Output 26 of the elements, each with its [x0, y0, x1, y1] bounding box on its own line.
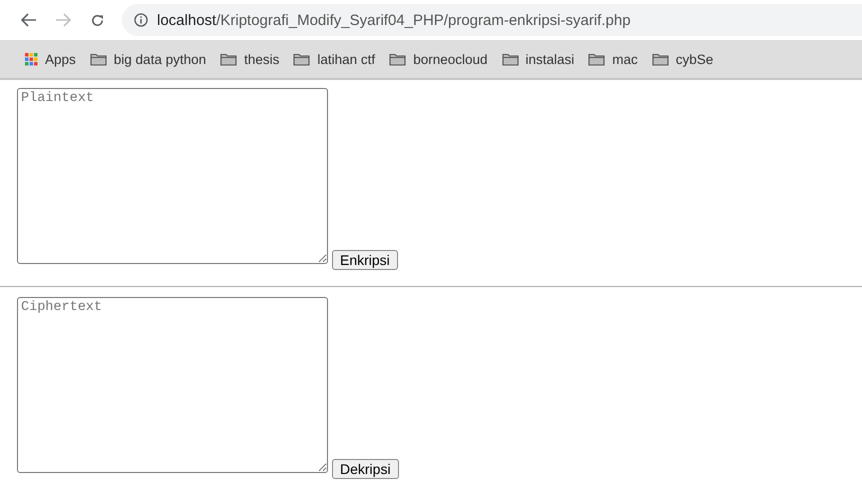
text-area[interactable]: Ciphertext — [17, 297, 328, 473]
bookmark[interactable]: borneocloud — [384, 52, 492, 66]
folder-icon — [90, 52, 107, 66]
address-bar[interactable]: localhost/Kriptografi_Modify_Syarif04_PHP/program-enkripsi-syarif.php — [122, 4, 862, 36]
folder-icon — [588, 52, 606, 66]
submit-button[interactable]: Enkripsi — [332, 250, 398, 270]
bookmark[interactable]: cybSe — [646, 52, 718, 66]
reload-icon — [90, 12, 104, 28]
bookmark[interactable]: Apps — [20, 52, 81, 66]
back-arrow-icon — [21, 13, 37, 27]
folder-icon — [293, 52, 310, 66]
bookmark[interactable]: thesis — [215, 52, 284, 66]
info-icon — [134, 13, 148, 27]
url-text: localhost/Kriptografi_Modify_Syarif04_PHP/program-enkripsi-syarif.php — [157, 12, 631, 28]
folder-icon — [220, 52, 238, 66]
folder-icon — [502, 52, 518, 66]
folder-icon — [652, 52, 669, 66]
forward-arrow-icon — [55, 13, 71, 27]
text-area[interactable]: Plaintext — [17, 88, 328, 264]
bookmark[interactable]: mac — [583, 52, 643, 66]
bookmark[interactable]: instalasi — [496, 52, 580, 66]
submit-button[interactable]: Dekripsi — [332, 459, 399, 479]
folder-icon — [389, 52, 406, 66]
bookmark[interactable]: latihan ctf — [288, 52, 380, 66]
bookmark[interactable]: big data python — [84, 52, 212, 66]
apps-grid-icon — [25, 52, 38, 66]
